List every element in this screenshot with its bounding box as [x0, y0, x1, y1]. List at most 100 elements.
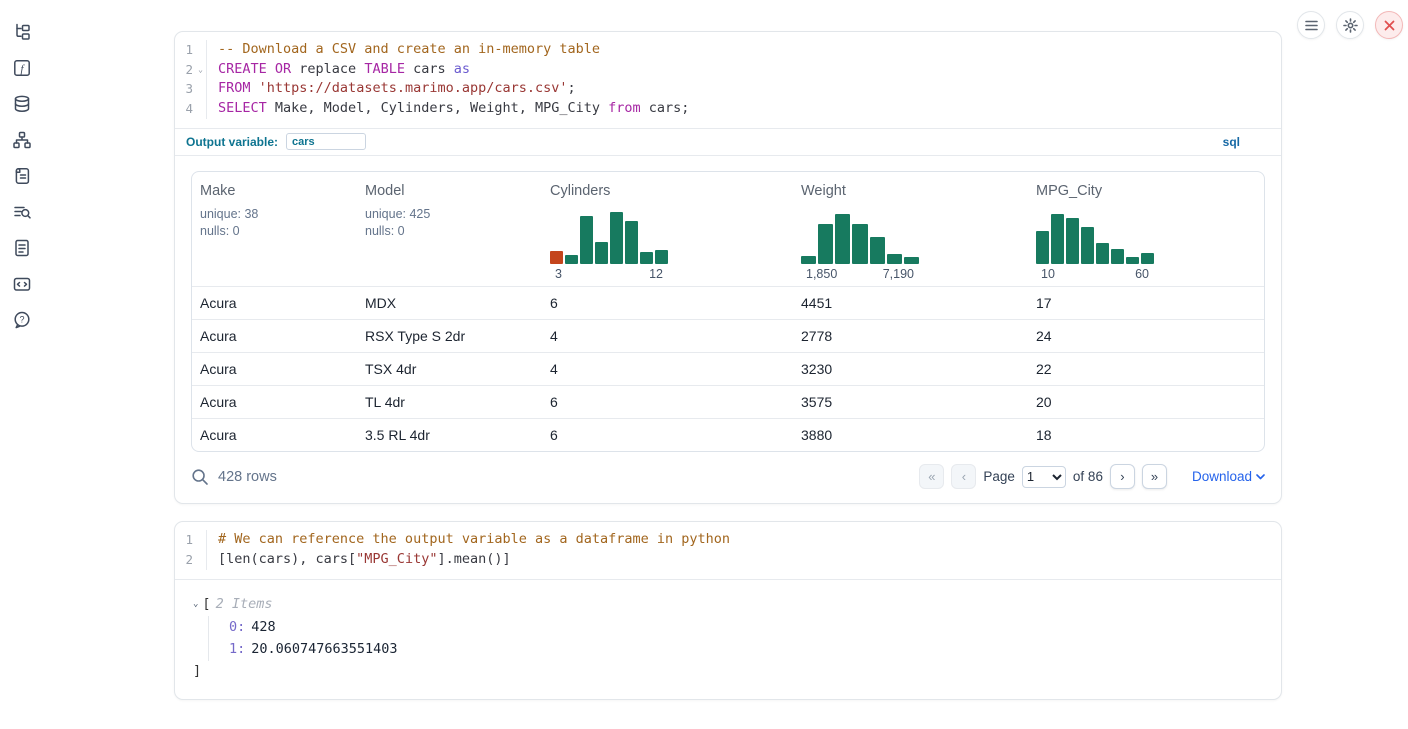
datasources-icon[interactable]	[12, 94, 32, 114]
dataframe-table: Make unique: 38 nulls: 0 Model	[191, 171, 1265, 453]
next-page-button[interactable]: ›	[1110, 464, 1135, 489]
column-title: MPG_City	[1036, 183, 1256, 199]
code-text: [len(cars), cars["MPG_City"].mean()]	[207, 550, 511, 570]
histogram-bar	[887, 254, 902, 264]
code-token: replace	[291, 61, 364, 77]
column-header-weight[interactable]: Weight 1,850 7,190	[793, 172, 1028, 287]
code-token: Make, Model, Cylinders, Weight, MPG_City	[267, 100, 608, 116]
line-gutter: 1	[175, 40, 207, 60]
histogram-bar	[1051, 214, 1064, 264]
cell-make: Acura	[192, 286, 357, 319]
column-stats: unique: 425 nulls: 0	[365, 206, 534, 240]
code-token: SELECT	[218, 100, 267, 116]
gear-icon	[1343, 18, 1358, 33]
histogram-bar	[610, 212, 623, 264]
cylinders-histogram: 3 12	[550, 211, 668, 281]
sql-cell: 1 -- Download a CSV and create an in-mem…	[174, 31, 1282, 504]
code-line: 2⌄ CREATE OR replace TABLE cars as	[175, 60, 1281, 80]
column-header-make[interactable]: Make unique: 38 nulls: 0	[192, 172, 357, 287]
sql-editor[interactable]: 1 -- Download a CSV and create an in-mem…	[175, 32, 1281, 128]
cell-cylinders: 6	[542, 418, 793, 451]
search-button[interactable]	[191, 468, 209, 486]
help-icon[interactable]: ?	[12, 310, 32, 330]
documentation-icon[interactable]	[12, 238, 32, 258]
column-title: Model	[365, 183, 534, 199]
download-button[interactable]: Download	[1192, 469, 1265, 484]
page-select[interactable]: 1	[1022, 466, 1066, 488]
tree-header: ⌄ [ 2 Items	[193, 596, 1263, 612]
line-number: 1	[175, 40, 195, 60]
notebook: 1 -- Download a CSV and create an in-mem…	[174, 0, 1282, 700]
menu-icon	[1305, 20, 1318, 31]
logs-icon[interactable]	[12, 202, 32, 222]
cell-model: 3.5 RL 4dr	[357, 418, 542, 451]
download-label: Download	[1192, 469, 1252, 484]
histogram-axis-labels: 10 60	[1036, 267, 1154, 281]
pagination: « ‹ Page 1 of 86 › » Download	[919, 464, 1265, 489]
code-text: FROM 'https://datasets.marimo.app/cars.c…	[207, 79, 576, 99]
language-badge: sql	[1223, 135, 1270, 149]
search-icon	[191, 468, 209, 486]
fold-chevron-icon[interactable]: ⌄	[195, 60, 206, 80]
histogram-bars	[1036, 211, 1154, 264]
code-text: CREATE OR replace TABLE cars as	[207, 60, 470, 80]
settings-button[interactable]	[1336, 11, 1364, 39]
cell-mpg-city: 20	[1028, 385, 1264, 418]
open-bracket: [	[202, 596, 210, 612]
line-number: 1	[175, 530, 195, 550]
code-token: cars	[405, 61, 454, 77]
code-token: CREATE OR	[218, 61, 291, 77]
unique-count: unique: 38	[200, 206, 349, 223]
line-number: 2	[175, 60, 195, 80]
histogram-bar	[565, 255, 578, 264]
histogram-bar	[1126, 257, 1139, 264]
column-header-cylinders[interactable]: Cylinders 3 12	[542, 172, 793, 287]
svg-text:?: ?	[19, 315, 24, 325]
first-page-button[interactable]: «	[919, 464, 944, 489]
collapse-chevron-icon[interactable]: ⌄	[193, 599, 198, 609]
python-cell: 1 # We can reference the output variable…	[174, 521, 1282, 699]
output-variable-input[interactable]	[286, 133, 366, 150]
functions-icon[interactable]: f	[12, 58, 32, 78]
table-footer: 428 rows « ‹ Page 1 of 86 › » Download	[175, 452, 1281, 503]
item-index: 0:	[229, 619, 245, 635]
python-editor[interactable]: 1 # We can reference the output variable…	[175, 522, 1281, 578]
table-row: Acura 3.5 RL 4dr 6 3880 18	[192, 418, 1264, 451]
histogram-bar	[1096, 243, 1109, 264]
code-token: FROM	[218, 80, 251, 96]
histogram-bar	[580, 216, 593, 264]
histogram-bar	[870, 237, 885, 264]
last-page-button[interactable]: »	[1142, 464, 1167, 489]
page-total-label: of 86	[1073, 469, 1103, 484]
snippets-icon[interactable]	[12, 274, 32, 294]
file-explorer-icon[interactable]	[12, 22, 32, 42]
histogram-axis-labels: 1,850 7,190	[801, 267, 919, 281]
page-label: Page	[983, 469, 1015, 484]
histogram-bar	[801, 256, 816, 264]
menu-button[interactable]	[1297, 11, 1325, 39]
code-token: ].mean()]	[437, 551, 510, 567]
code-token: 'https://datasets.marimo.app/cars.csv'	[259, 80, 568, 96]
item-index: 1:	[229, 641, 245, 657]
cell-weight: 4451	[793, 286, 1028, 319]
svg-text:f: f	[20, 63, 25, 75]
scratchpad-icon[interactable]	[12, 166, 32, 186]
cell-model: MDX	[357, 286, 542, 319]
dependency-graph-icon[interactable]	[12, 130, 32, 150]
column-title: Make	[200, 183, 349, 199]
axis-max-label: 12	[649, 267, 663, 281]
prev-page-button[interactable]: ‹	[951, 464, 976, 489]
cell-make: Acura	[192, 319, 357, 352]
histogram-bars	[550, 211, 668, 264]
line-gutter: 2⌄	[175, 60, 207, 80]
shutdown-button[interactable]	[1375, 11, 1403, 39]
cell-weight: 3230	[793, 352, 1028, 385]
column-header-model[interactable]: Model unique: 425 nulls: 0	[357, 172, 542, 287]
histogram-bar	[904, 257, 919, 264]
output-variable-bar: Output variable: sql	[175, 128, 1281, 156]
table-row: Acura TSX 4dr 4 3230 22	[192, 352, 1264, 385]
item-value: 20.060747663551403	[251, 641, 397, 657]
column-header-mpg-city[interactable]: MPG_City 10 60	[1028, 172, 1264, 287]
axis-min-label: 1,850	[806, 267, 837, 281]
table-row: Acura MDX 6 4451 17	[192, 286, 1264, 319]
